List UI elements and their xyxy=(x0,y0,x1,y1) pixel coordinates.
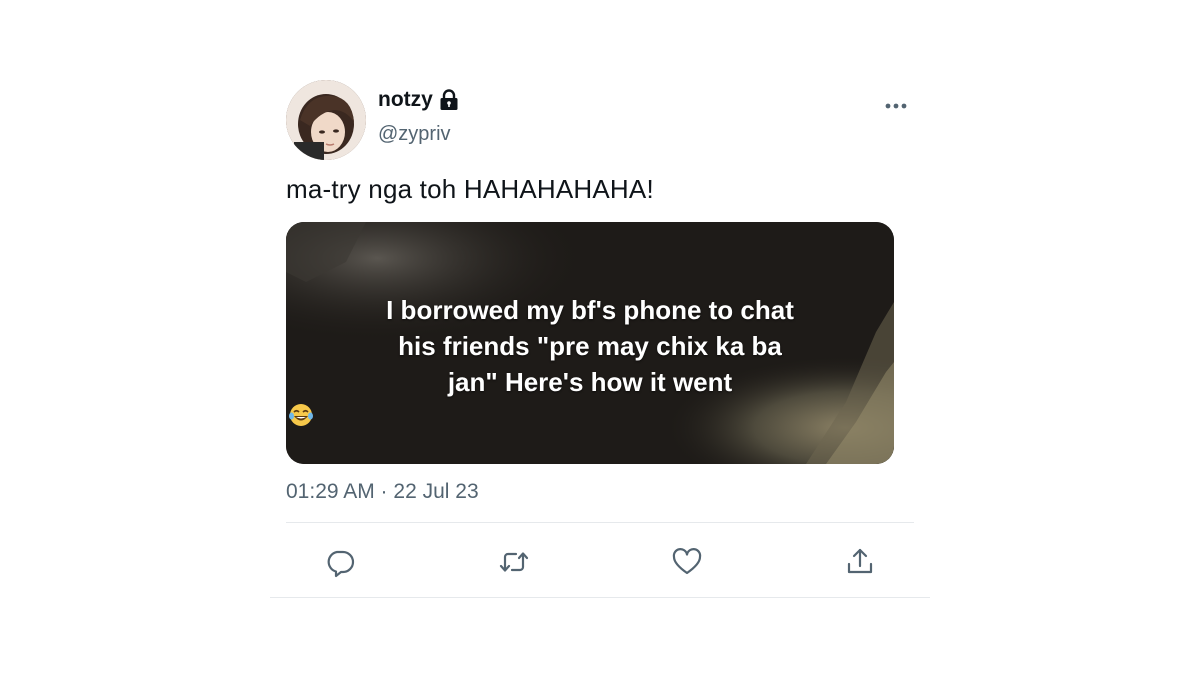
author-handle[interactable]: @zypriv xyxy=(378,123,451,146)
like-button[interactable] xyxy=(667,542,707,582)
tweet-timestamp[interactable]: 01:29 AM · 22 Jul 23 xyxy=(286,480,479,504)
laughing-emoji-icon xyxy=(288,400,314,426)
tweet-card: notzy @zypriv ma-try nga toh HAHAHAHAHA! xyxy=(270,0,930,675)
tweet-text: ma-try nga toh HAHAHAHAHA! xyxy=(286,174,654,204)
reply-button[interactable] xyxy=(320,542,360,582)
more-horizontal-icon[interactable] xyxy=(884,96,908,116)
author-avatar[interactable] xyxy=(286,80,366,160)
media-caption: I borrowed my bf's phone to chat his fri… xyxy=(286,292,894,426)
lock-icon xyxy=(439,89,459,111)
tweet-actions-bar xyxy=(286,540,914,584)
share-button[interactable] xyxy=(840,542,880,582)
media-caption-line: I borrowed my bf's phone to chat xyxy=(386,295,794,325)
retweet-icon xyxy=(499,552,529,572)
divider xyxy=(286,522,914,523)
author-display-name[interactable]: notzy xyxy=(378,88,433,112)
tweet-media[interactable]: I borrowed my bf's phone to chat his fri… xyxy=(286,222,894,464)
avatar-image xyxy=(286,80,366,160)
share-icon xyxy=(847,548,873,574)
media-caption-line: jan" Here's how it went xyxy=(447,367,733,397)
divider xyxy=(270,597,930,598)
retweet-button[interactable] xyxy=(494,542,534,582)
media-caption-line: his friends "pre may chix ka ba xyxy=(398,331,782,361)
reply-icon xyxy=(327,550,355,578)
heart-icon xyxy=(672,548,702,575)
author-name-row: notzy xyxy=(378,88,459,112)
media-caption-line-last: jan" Here's how it went xyxy=(286,364,894,426)
